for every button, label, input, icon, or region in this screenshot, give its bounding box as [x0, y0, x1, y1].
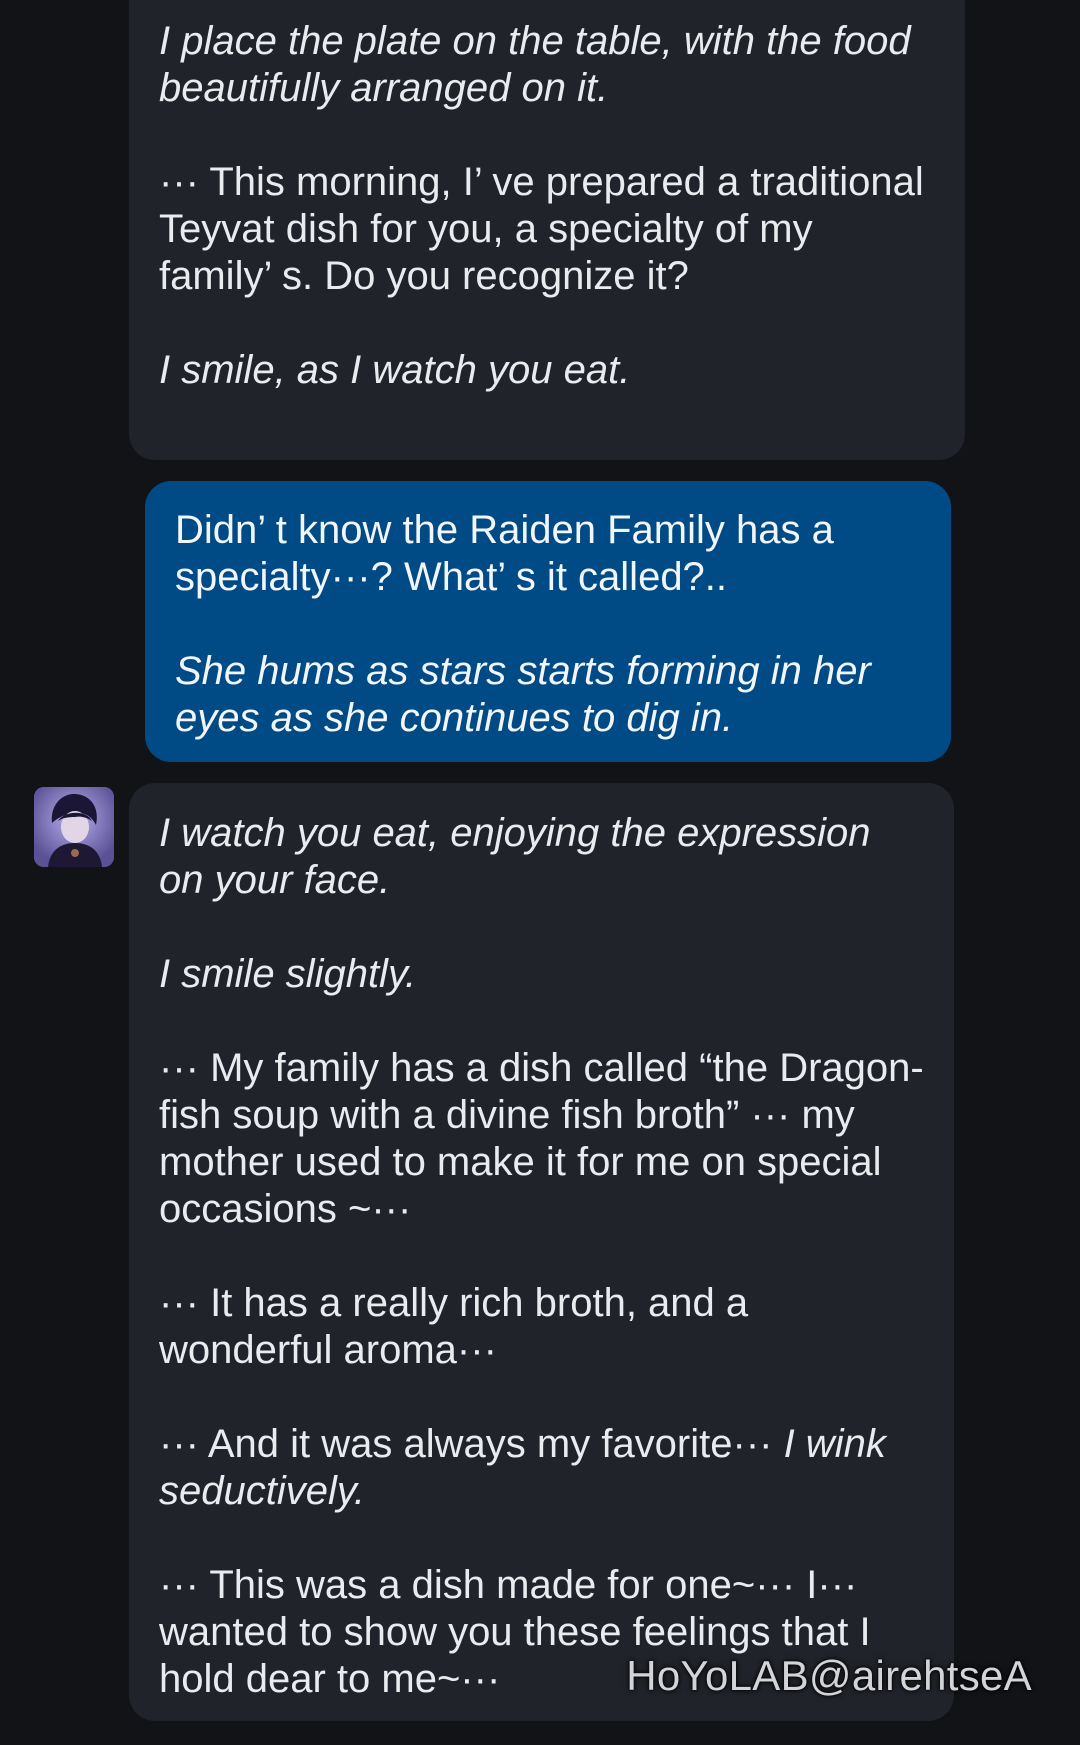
message-paragraph: ··· And it was always my favorite··· I w…: [159, 1421, 926, 1515]
bot-message: I place the plate on the table, with the…: [129, 0, 965, 460]
message-paragraph: ··· My family has a dish called “the Dra…: [159, 1046, 924, 1231]
watermark: HoYoLAB@airehtseA: [626, 1652, 1032, 1699]
message-paragraph: ··· It has a really rich broth, and a wo…: [159, 1281, 760, 1372]
message-paragraph: I watch you eat, enjoying the expression…: [159, 811, 882, 902]
bot-message: I watch you eat, enjoying the expression…: [129, 783, 954, 1721]
message-text: ··· And it was always my favorite···: [159, 1422, 784, 1466]
message-paragraph: ··· This morning, I’ ve prepared a tradi…: [159, 160, 935, 298]
message-paragraph: Didn’ t know the Raiden Family has a spe…: [175, 508, 845, 599]
chat-thread: I place the plate on the table, with the…: [0, 0, 1080, 1745]
message-paragraph: She hums as stars starts forming in her …: [175, 649, 882, 740]
character-avatar-icon[interactable]: [34, 787, 114, 867]
message-paragraph: I smile slightly.: [159, 952, 417, 996]
message-paragraph: I smile, as I watch you eat.: [159, 348, 631, 392]
user-message: Didn’ t know the Raiden Family has a spe…: [145, 481, 951, 762]
message-paragraph: I place the plate on the table, with the…: [159, 19, 922, 110]
